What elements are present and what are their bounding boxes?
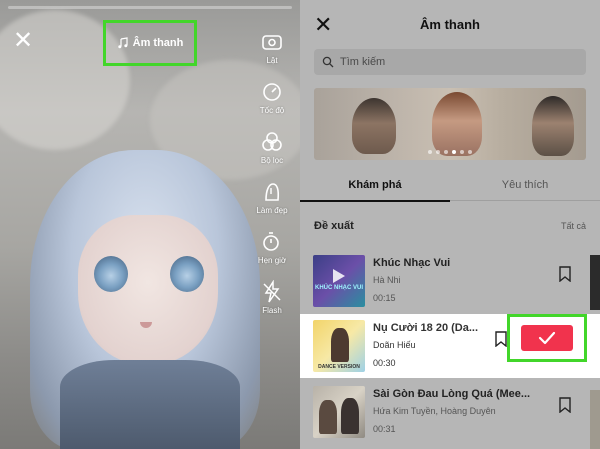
- tool-speed-label: Tốc độ: [259, 106, 285, 115]
- track-title: Sài Gòn Đau Lòng Quá (Mee...: [373, 388, 531, 400]
- track-duration: 00:30: [373, 358, 396, 368]
- bookmark-icon[interactable]: [558, 397, 572, 413]
- tool-filter[interactable]: Bộ lọc: [252, 130, 292, 180]
- tool-flash[interactable]: Flash: [252, 280, 292, 330]
- music-note-icon: [117, 37, 128, 49]
- close-icon[interactable]: ✕: [12, 29, 34, 53]
- track-duration: 00:31: [373, 424, 396, 434]
- tool-flip-label: Lật: [266, 56, 278, 65]
- sheet-title: Âm thanh: [420, 17, 480, 32]
- sound-tabs: Khám phá Yêu thích: [300, 168, 600, 202]
- filter-icon: [262, 132, 282, 151]
- search-icon: [322, 56, 334, 68]
- bookmark-icon[interactable]: [494, 331, 508, 347]
- edge-thumbnail: [590, 255, 600, 310]
- add-sound-button[interactable]: Âm thanh: [103, 20, 197, 66]
- confirm-highlight: [507, 314, 587, 362]
- track-duration: 00:15: [373, 293, 396, 303]
- cover-person: [331, 328, 349, 362]
- tool-speed[interactable]: Tốc độ: [252, 80, 292, 130]
- banner-pagination: [314, 150, 586, 154]
- tool-flip[interactable]: Lật: [252, 30, 292, 80]
- tool-timer-label: Hẹn giờ: [257, 256, 287, 265]
- use-sound-button[interactable]: [521, 325, 573, 351]
- cover-text: DANCE VERSION: [318, 364, 360, 370]
- recording-progress-bar: [8, 6, 292, 9]
- anime-girl-face: [78, 215, 218, 365]
- edge-thumbnail: [590, 390, 600, 449]
- track-title: Nụ Cười 18 20 (Da...: [373, 322, 479, 334]
- track-cover: [313, 386, 365, 438]
- checkmark-icon: [538, 331, 556, 345]
- cover-person: [319, 400, 337, 434]
- tab-discover[interactable]: Khám phá: [300, 168, 450, 202]
- tool-beauty-label: Làm đẹp: [256, 206, 288, 215]
- banner-person-center: [432, 92, 482, 156]
- search-input[interactable]: [340, 56, 560, 68]
- cover-text: KHÚC NHẠC VUI: [315, 285, 363, 291]
- flip-camera-icon: [262, 35, 282, 50]
- tab-favorites[interactable]: Yêu thích: [450, 168, 600, 202]
- search-bar[interactable]: [314, 49, 586, 75]
- flash-icon: [263, 280, 281, 303]
- sheet-header: ✕ Âm thanh: [300, 0, 600, 50]
- beauty-icon: [265, 183, 280, 201]
- track-artist: Hà Nhi: [373, 275, 401, 285]
- track-title: Khúc Nhạc Vui: [373, 257, 451, 269]
- tool-beauty[interactable]: Làm đẹp: [252, 180, 292, 230]
- tool-flash-label: Flash: [262, 306, 282, 315]
- speed-icon: [263, 83, 281, 101]
- sound-picker-sheet: ✕ Âm thanh Khám phá Yêu thích Đề xuất Tấ…: [300, 0, 600, 449]
- banner-person-right: [532, 96, 574, 156]
- track-row[interactable]: KHÚC NHẠC VUI Khúc Nhạc Vui Hà Nhi 00:15: [300, 249, 600, 319]
- track-cover: DANCE VERSION: [313, 320, 365, 372]
- section-header: Đề xuất Tất cả: [314, 218, 586, 234]
- track-cover: KHÚC NHẠC VUI: [313, 255, 365, 307]
- banner-person-left: [352, 98, 396, 154]
- camera-view: ✕ Âm thanh Lật Tốc độ Bộ lọc Làm đẹp Hẹn…: [0, 0, 300, 449]
- cover-person: [341, 398, 359, 434]
- anime-girl-left-eye: [94, 256, 128, 292]
- anime-girl-right-eye: [170, 256, 204, 292]
- tab-divider: [450, 200, 600, 201]
- anime-girl-collar: [60, 360, 240, 449]
- see-all-link[interactable]: Tất cả: [561, 221, 586, 231]
- bookmark-icon[interactable]: [558, 266, 572, 282]
- play-icon: [333, 269, 345, 283]
- tool-timer[interactable]: Hẹn giờ: [252, 230, 292, 280]
- promo-banner[interactable]: [314, 88, 586, 160]
- track-artist: Hứa Kim Tuyền, Hoàng Duyên: [373, 406, 496, 416]
- tool-filter-label: Bộ lọc: [260, 156, 284, 165]
- timer-icon: [263, 232, 279, 251]
- track-row[interactable]: Sài Gòn Đau Lòng Quá (Mee... Hứa Kim Tuy…: [300, 380, 600, 449]
- add-sound-label: Âm thanh: [132, 37, 184, 49]
- camera-tools: Lật Tốc độ Bộ lọc Làm đẹp Hẹn giờ Flash: [252, 30, 292, 330]
- section-title: Đề xuất: [314, 220, 354, 232]
